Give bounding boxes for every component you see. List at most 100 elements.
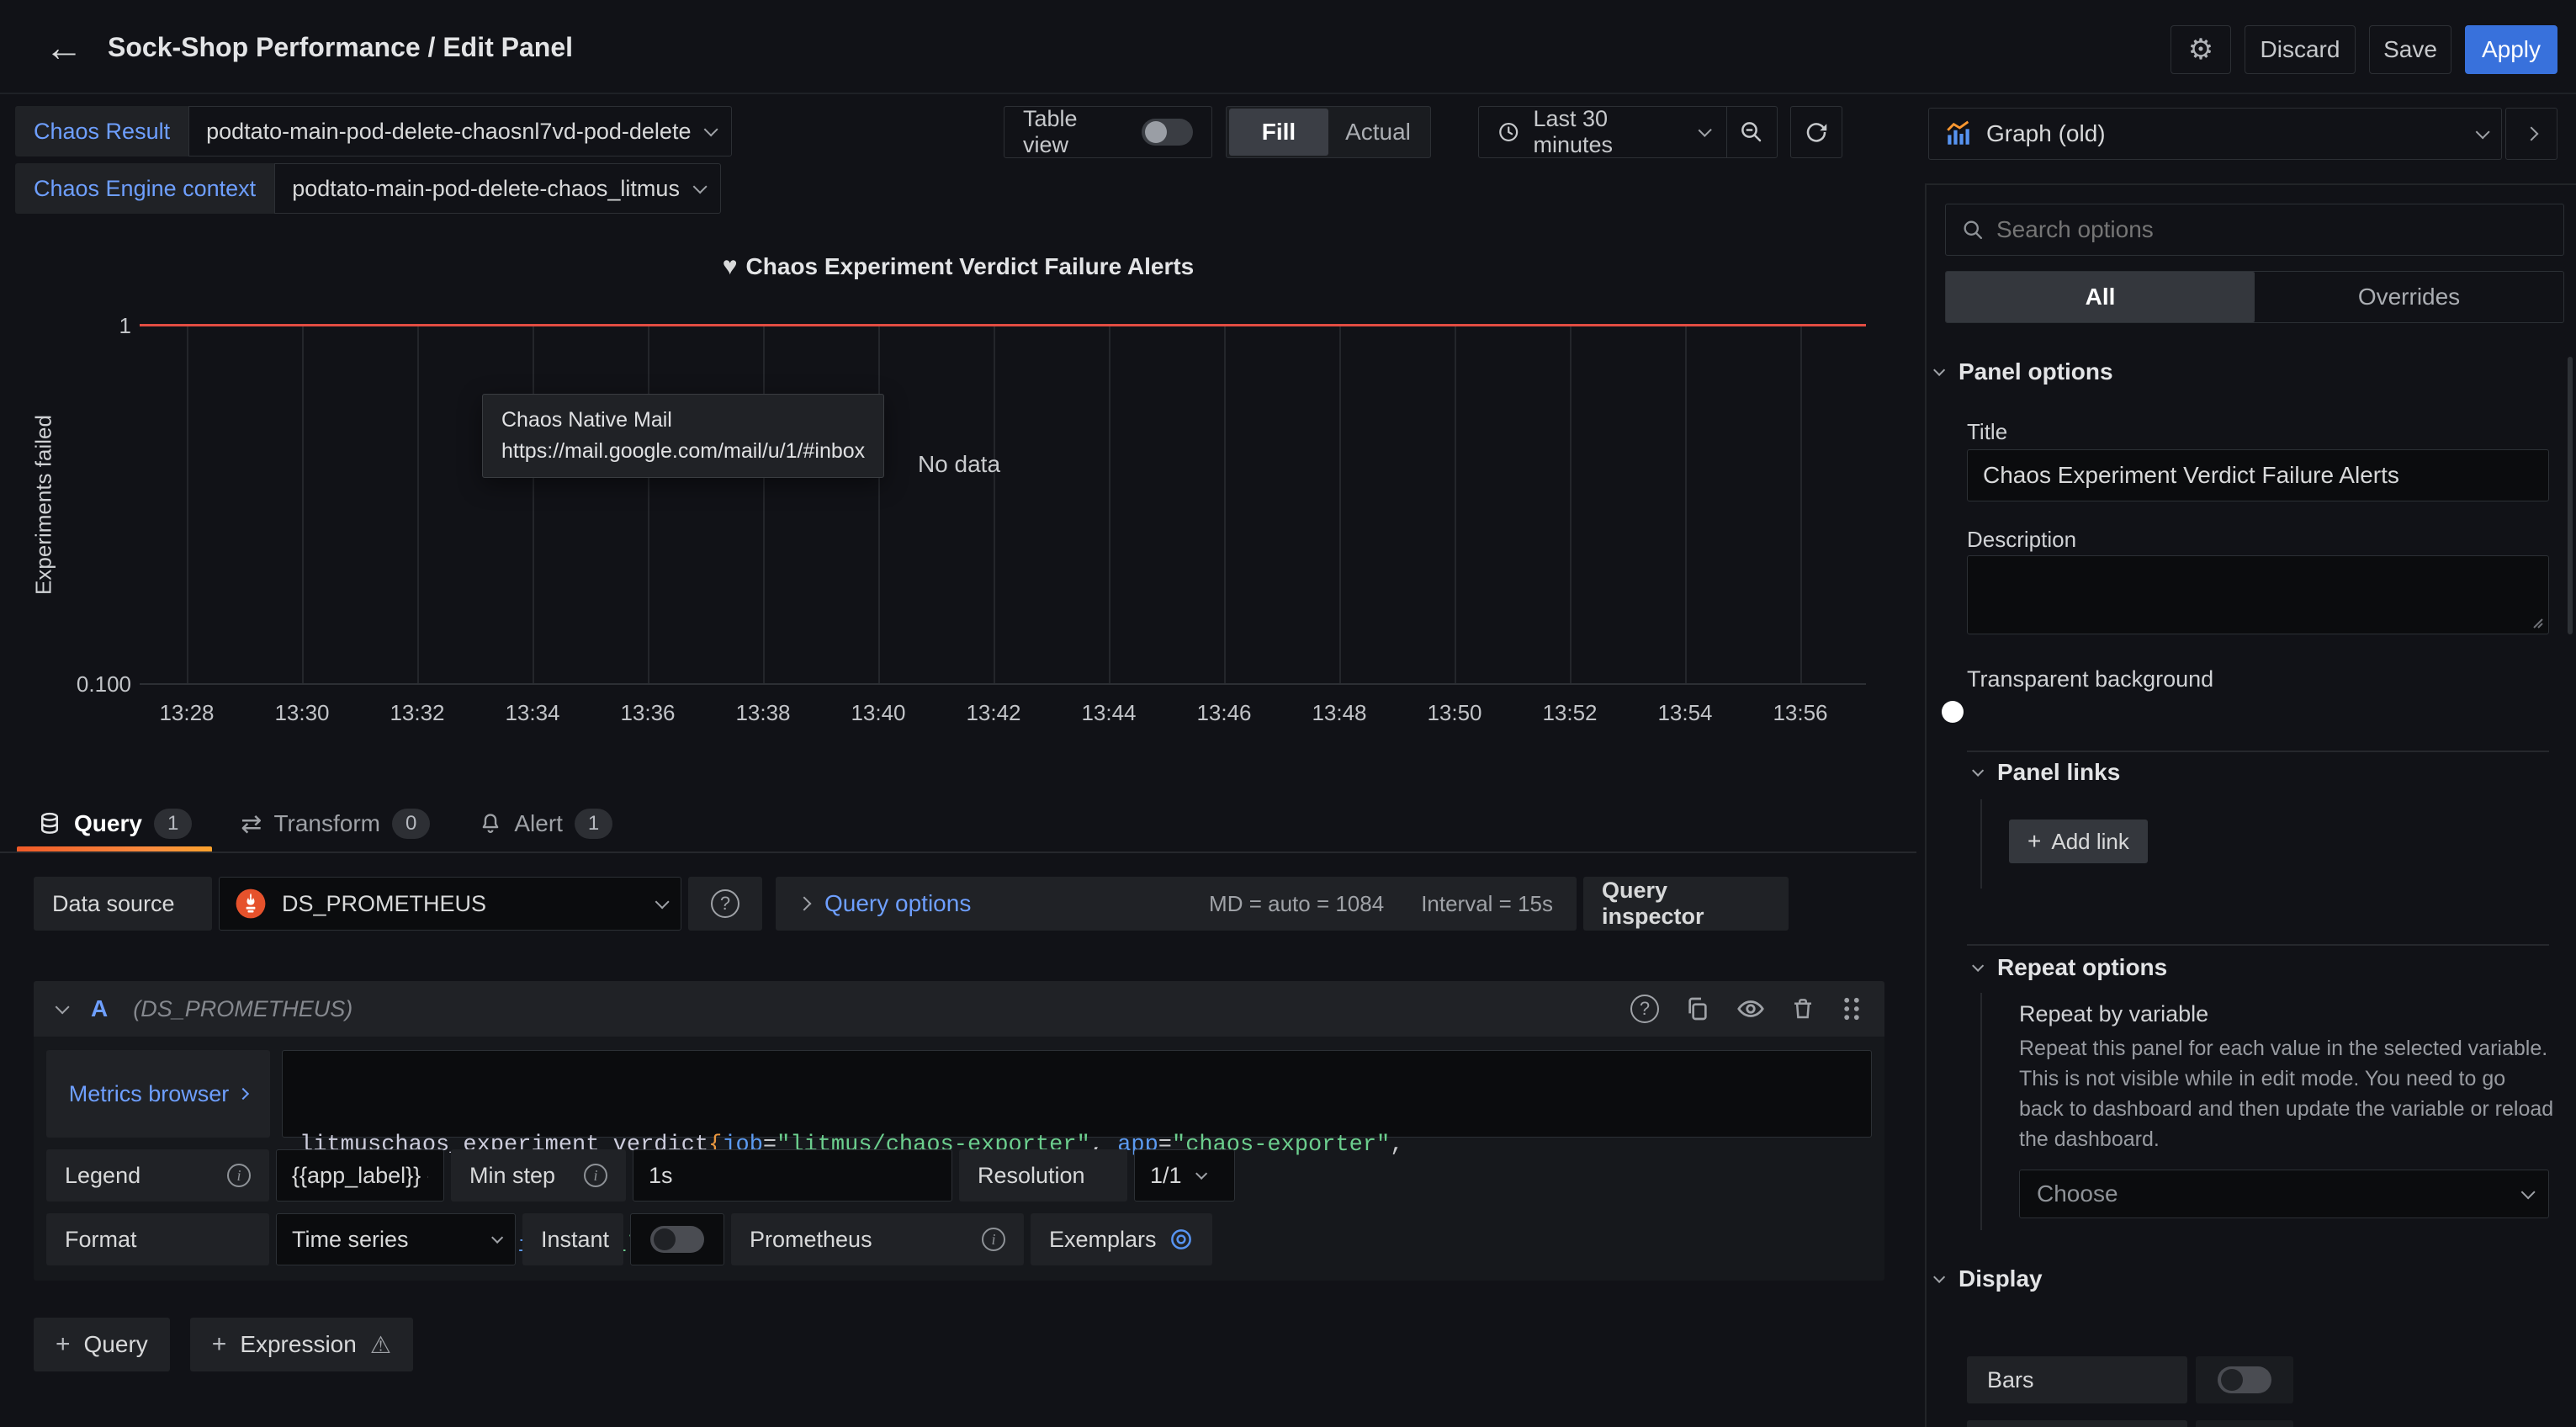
options-search[interactable] (1945, 204, 2564, 256)
chevron-right-icon (2525, 127, 2539, 141)
query-inspector-button[interactable]: Query inspector (1583, 877, 1789, 931)
variable-value-dropdown[interactable]: podtato-main-pod-delete-chaosnl7vd-pod-d… (188, 106, 732, 156)
gridline (187, 326, 188, 683)
plus-icon: + (56, 1330, 71, 1359)
panel-settings-button[interactable]: ⚙ (2171, 25, 2231, 74)
tooltip-title: Chaos Native Mail (501, 405, 865, 436)
help-icon: ? (711, 889, 739, 918)
discard-button[interactable]: Discard (2245, 25, 2356, 74)
y-tick-label: 0.100 (39, 671, 131, 698)
resolution-value: 1/1 (1150, 1163, 1182, 1189)
fill-actual-switch: Fill Actual (1226, 106, 1431, 158)
time-range-button[interactable]: Last 30 minutes (1479, 107, 1726, 157)
query-options-bar[interactable]: Query options MD = auto = 1084 Interval … (776, 877, 1577, 931)
y-axis-label: Experiments failed (31, 415, 57, 595)
add-expression-button[interactable]: + Expression ⚠ (190, 1318, 413, 1371)
tab-count-badge: 1 (154, 809, 192, 839)
tab-alert[interactable]: Alert 1 (458, 796, 633, 851)
variable-value-dropdown[interactable]: podtato-main-pod-delete-chaos_litmus (274, 163, 721, 214)
min-step-input-field[interactable] (649, 1163, 936, 1189)
hide-query-eye-icon[interactable] (1736, 995, 1765, 1023)
toggle-viz-picker-button[interactable] (2505, 108, 2557, 160)
panel-title: ♥Chaos Experiment Verdict Failure Alerts (0, 252, 1916, 281)
repeat-variable-placeholder: Choose (2037, 1180, 2118, 1207)
delete-trash-icon[interactable] (1790, 996, 1815, 1021)
query-actions: + Query + Expression ⚠ (34, 1318, 413, 1371)
variable-label: Chaos Result (15, 106, 188, 156)
grafana-edit-panel: ← Sock-Shop Performance / Edit Panel ⚙ D… (0, 0, 2576, 1427)
search-icon (1961, 218, 1985, 241)
format-select[interactable]: Time series (276, 1213, 516, 1265)
gridline (1455, 326, 1456, 683)
metrics-browser-label: Metrics browser (69, 1081, 230, 1107)
repeat-by-variable-label: Repeat by variable (2019, 1001, 2208, 1027)
metrics-browser-button[interactable]: Metrics browser (46, 1050, 270, 1138)
gear-icon: ⚙ (2188, 33, 2213, 66)
fill-option[interactable]: Fill (1229, 109, 1328, 156)
query-row-actions: ? (1630, 995, 1863, 1023)
scrollbar-thumb[interactable] (2568, 357, 2573, 634)
query-help-icon[interactable]: ? (1630, 995, 1659, 1023)
legend-input[interactable] (276, 1149, 444, 1202)
resolution-label-chip: Resolution (959, 1149, 1127, 1202)
top-header: ← Sock-Shop Performance / Edit Panel ⚙ D… (0, 0, 2576, 94)
back-arrow-icon[interactable]: ← (37, 24, 91, 71)
plus-icon: + (212, 1330, 227, 1359)
datasource-picker[interactable]: DS_PROMETHEUS (219, 877, 681, 931)
chevron-down-icon (1195, 1168, 1207, 1180)
info-icon: i (982, 1228, 1005, 1251)
resize-handle-icon[interactable] (2529, 614, 2544, 629)
gridline (1685, 326, 1687, 683)
section-title: Panel options (1959, 358, 2113, 385)
display-section-header[interactable]: Display (1933, 1265, 2043, 1292)
x-tick-label: 13:28 (128, 700, 246, 726)
tooltip-link[interactable]: https://mail.google.com/mail/u/1/#inbox (501, 436, 865, 467)
min-step-input[interactable] (633, 1149, 952, 1202)
repeat-description: Repeat this panel for each value in the … (2019, 1033, 2554, 1154)
section-indent-line (1980, 993, 1982, 1230)
add-expression-label: Expression (240, 1331, 357, 1358)
max-data-points-text: MD = auto = 1084 (1209, 891, 1384, 917)
options-search-input[interactable] (1996, 216, 2548, 243)
exemplars-chip[interactable]: Exemplars (1031, 1213, 1212, 1265)
visualization-picker[interactable]: Graph (old) (1928, 108, 2502, 160)
tab-all[interactable]: All (1946, 272, 2255, 322)
repeat-variable-select[interactable]: Choose (2019, 1170, 2549, 1218)
drag-handle-icon[interactable] (1841, 995, 1863, 1022)
legend-label: Legend (65, 1163, 140, 1189)
panel-description-textarea[interactable] (1967, 555, 2549, 634)
transform-icon: ⇄ (241, 809, 262, 839)
zoom-out-button[interactable] (1727, 107, 1777, 157)
chevron-right-icon (237, 1088, 249, 1100)
tab-transform[interactable]: ⇄ Transform 0 (220, 796, 450, 851)
editor-tabs: Query 1 ⇄ Transform 0 Alert 1 (0, 796, 633, 851)
chevron-down-icon (704, 122, 718, 136)
toggle-knob (1145, 121, 1167, 143)
apply-button[interactable]: Apply (2465, 25, 2557, 74)
gridline (994, 326, 995, 683)
promql-expression-input[interactable]: litmuschaos_experiment_verdict{job="litm… (282, 1050, 1872, 1138)
legend-input-field[interactable] (292, 1163, 428, 1189)
actual-option[interactable]: Actual (1328, 109, 1428, 156)
collapse-chevron-icon (56, 1000, 70, 1014)
panel-links-section-header[interactable]: Panel links (1972, 759, 2120, 786)
panel-title-input[interactable] (1967, 449, 2549, 501)
save-button[interactable]: Save (2369, 25, 2451, 74)
x-tick-label: 13:54 (1626, 700, 1744, 726)
tab-overrides[interactable]: Overrides (2255, 272, 2563, 322)
description-field-label: Description (1967, 527, 2076, 553)
query-refid: A (91, 995, 108, 1022)
add-query-button[interactable]: + Query (34, 1318, 170, 1371)
instant-toggle[interactable] (650, 1226, 704, 1253)
panel-options-section-header[interactable]: Panel options (1933, 358, 2113, 385)
duplicate-icon[interactable] (1684, 995, 1711, 1022)
resolution-select[interactable]: 1/1 (1134, 1149, 1235, 1202)
bars-toggle[interactable] (2218, 1366, 2271, 1393)
refresh-button[interactable] (1790, 106, 1842, 158)
add-link-button[interactable]: + Add link (2009, 820, 2148, 863)
datasource-help-button[interactable]: ? (688, 877, 762, 931)
table-view-toggle[interactable] (1142, 119, 1193, 146)
query-row-header[interactable]: A (DS_PROMETHEUS) ? (34, 981, 1884, 1037)
repeat-options-section-header[interactable]: Repeat options (1972, 954, 2167, 981)
tab-query[interactable]: Query 1 (17, 796, 212, 851)
